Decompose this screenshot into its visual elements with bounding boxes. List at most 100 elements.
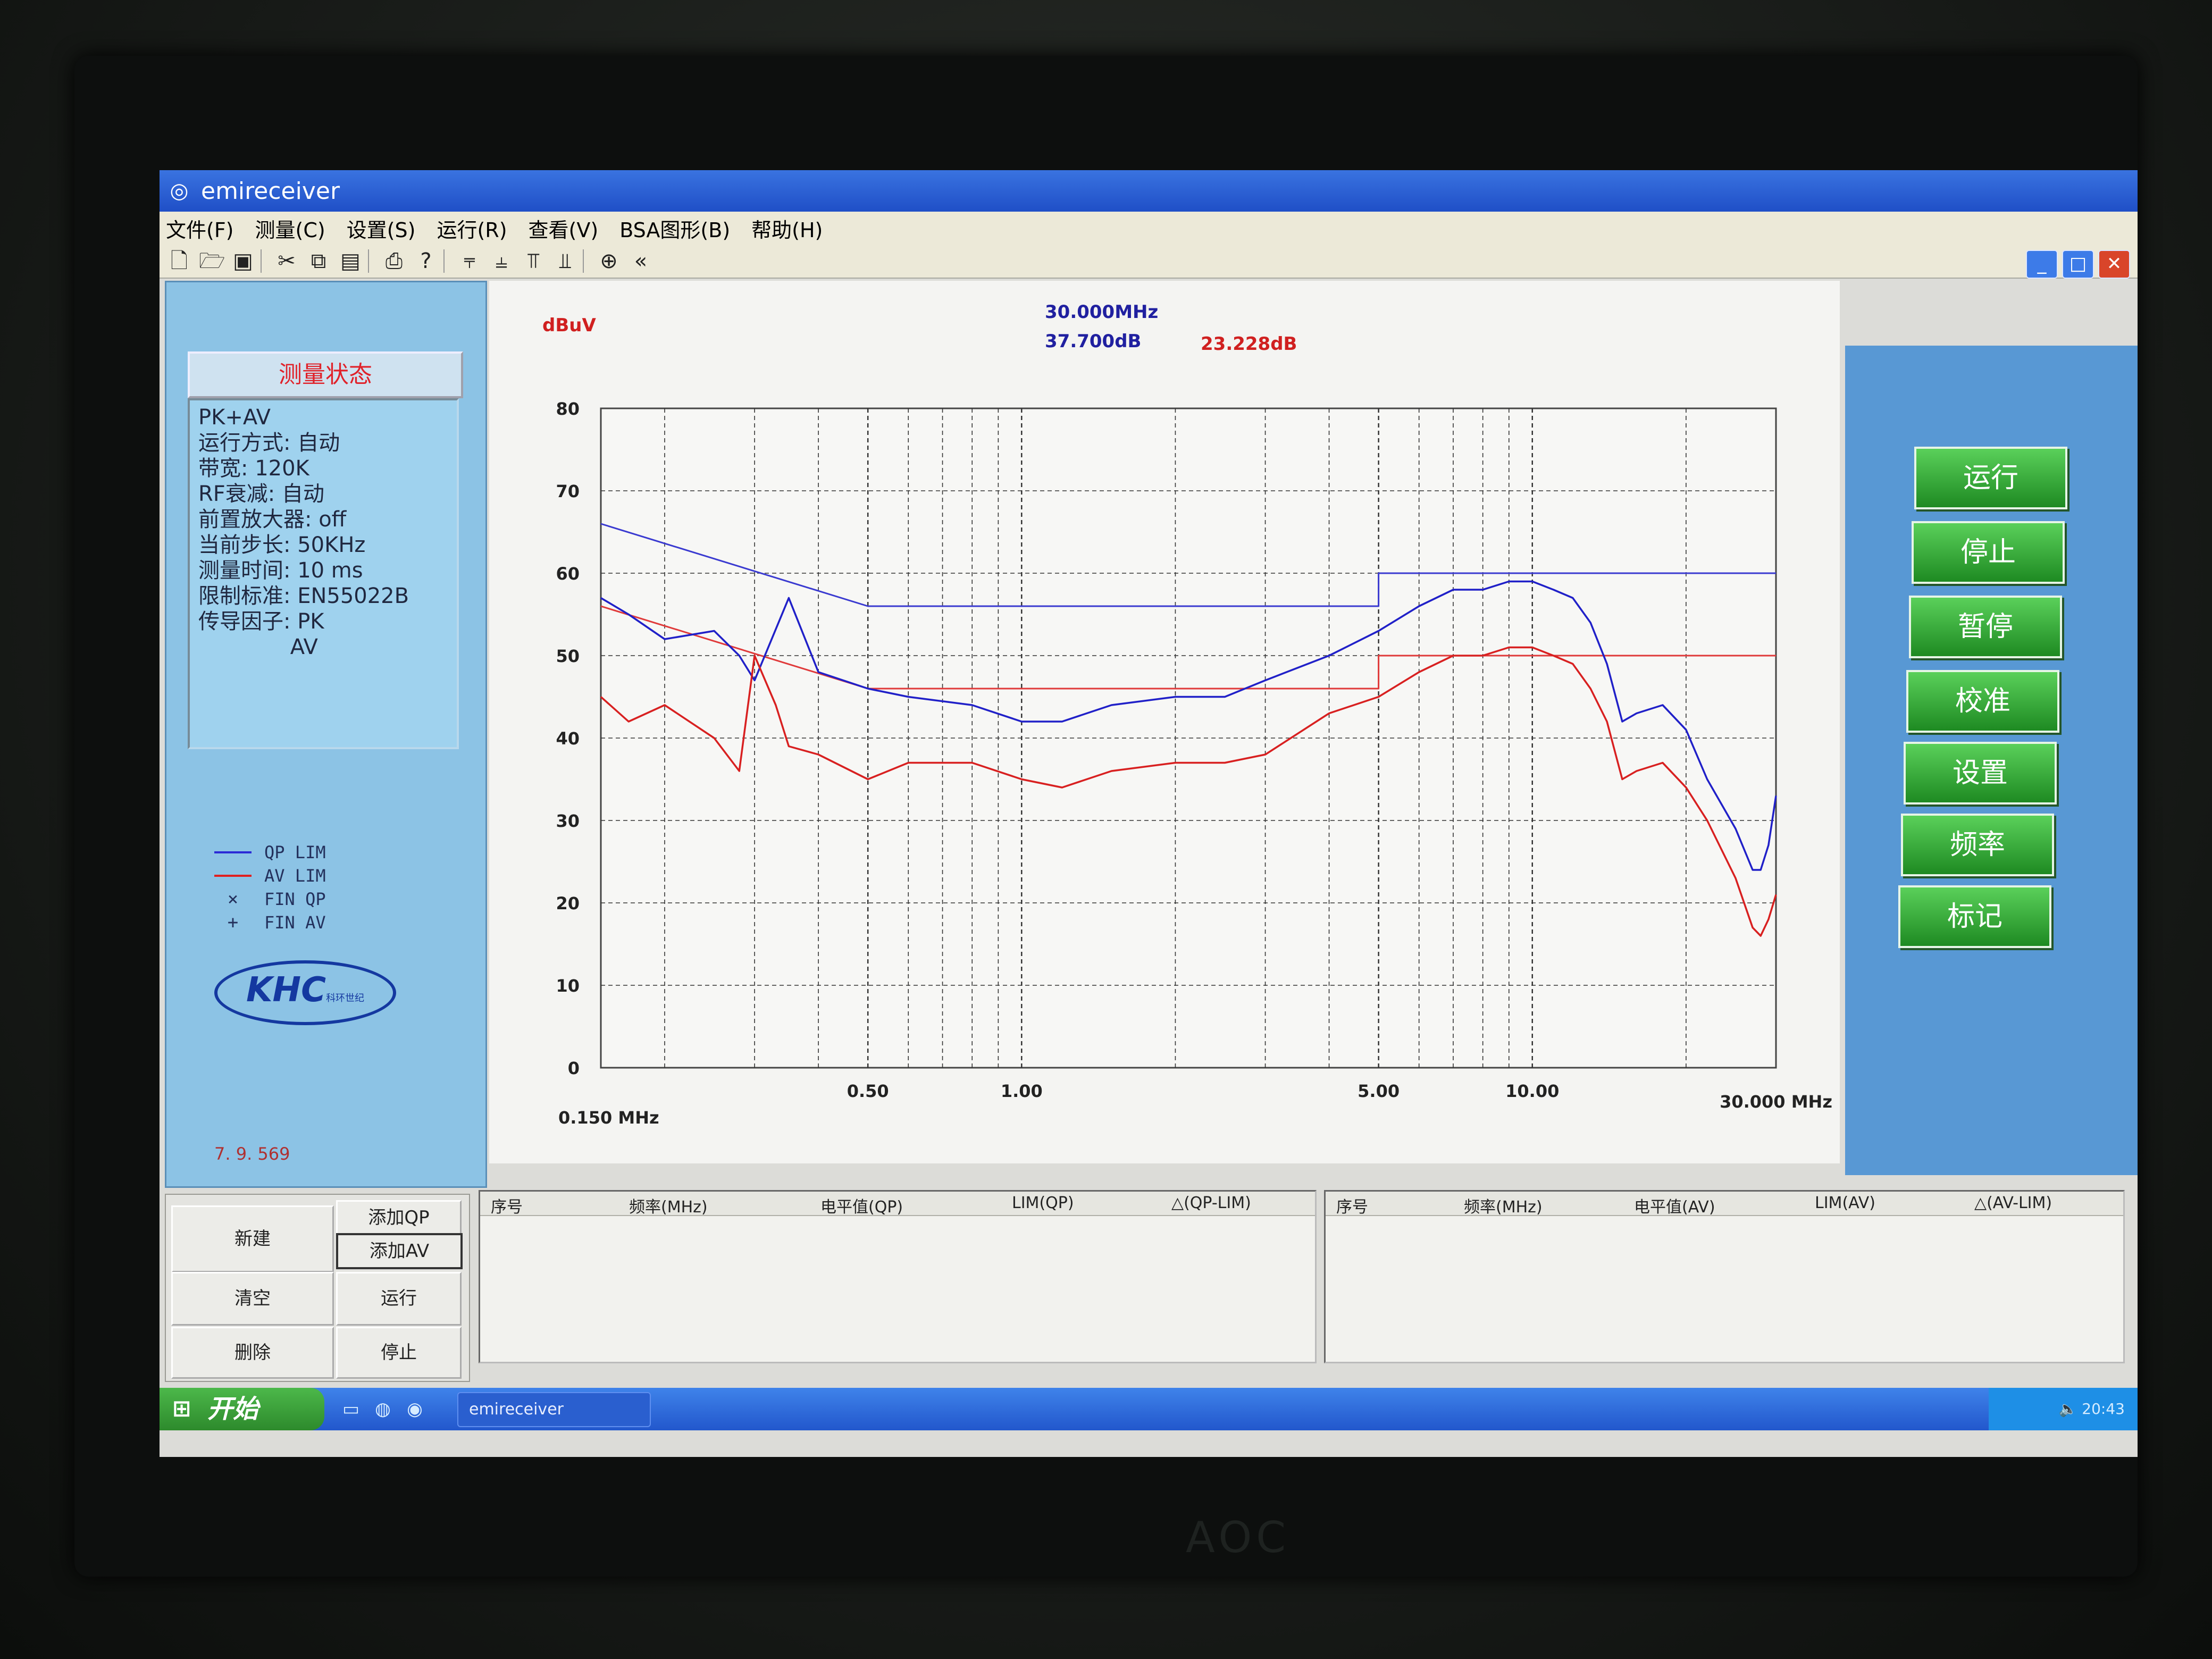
pause-button[interactable]: 暂停: [1909, 596, 2062, 658]
y-tick-label: 70: [556, 481, 580, 501]
frequency-button[interactable]: 频率: [1901, 814, 2054, 876]
av-results-table[interactable]: 序号 频率(MHz) 电平值(AV) LIM(AV) △(AV-LIM): [1324, 1190, 2125, 1363]
system-tray: 🔈 20:43: [1989, 1388, 2138, 1430]
stop-button[interactable]: 停止: [1912, 521, 2065, 584]
logo-text: KHC: [246, 970, 326, 1010]
menu-file[interactable]: 文件(F): [166, 214, 234, 243]
chart-panel: 0 10 20 30 40 50 60 70 80 0.150 MHz 0.50 1.00 5.00 1…: [489, 281, 1840, 1163]
column-header: 频率(MHz): [629, 1198, 708, 1217]
save-icon[interactable]: ▣: [231, 249, 255, 273]
y-tick-labels: 0 10 20 30 40 50 60 70 80: [556, 399, 580, 1078]
window-controls: _ □ ✕: [2026, 250, 2130, 279]
list-run-button[interactable]: 运行: [336, 1272, 462, 1326]
legend-label: AV LIM: [264, 866, 326, 886]
toolbar-separator: [443, 249, 445, 273]
y-tick-label: 10: [556, 976, 580, 996]
toolbar-separator: [368, 249, 369, 273]
status-line: 测量时间: 10 ms: [198, 558, 363, 583]
y-tick-label: 50: [556, 646, 580, 666]
column-header: 序号: [491, 1198, 523, 1217]
browser-icon[interactable]: ◍: [372, 1398, 393, 1420]
column-header: 频率(MHz): [1464, 1198, 1543, 1217]
y-tick-label: 60: [556, 564, 580, 584]
settings-button[interactable]: 设置: [1904, 742, 2057, 805]
x-tick-label: 30.000 MHz: [1720, 1092, 1832, 1112]
cut-icon[interactable]: ✂: [274, 249, 299, 273]
table-header: 序号 频率(MHz) 电平值(AV) LIM(AV) △(AV-LIM): [1326, 1192, 2123, 1217]
legend-item-av-lim: AV LIM: [214, 864, 326, 887]
status-line: PK+AV: [198, 405, 271, 430]
list-stop-button[interactable]: 停止: [336, 1327, 462, 1379]
desktop-icon[interactable]: ▭: [340, 1398, 362, 1420]
menu-help[interactable]: 帮助(H): [751, 214, 823, 243]
status-box: PK+AV 运行方式: 自动 带宽: 120K RF衰减: 自动 前置放大器: …: [188, 398, 459, 749]
version-label: 7. 9. 569: [214, 1144, 290, 1164]
menu-bar: 文件(F) 测量(C) 设置(S) 运行(R) 查看(V) BSA图形(B) 帮…: [160, 212, 2138, 245]
legend-line-swatch: [214, 875, 252, 877]
back-icon[interactable]: «: [629, 249, 653, 273]
menu-bsa-graph[interactable]: BSA图形(B): [619, 214, 730, 243]
marker-button[interactable]: 标记: [1898, 885, 2051, 948]
marker-level-qp: 37.700dB: [1045, 331, 1141, 352]
monitor-brand: AOC: [1186, 1513, 1291, 1562]
x-tick-labels: 0.150 MHz 0.50 1.00 5.00 10.00 30.000 MHz: [558, 1081, 1832, 1128]
y-tick-label: 30: [556, 811, 580, 831]
new-icon[interactable]: 🗋: [167, 249, 191, 273]
align-baseline-icon[interactable]: ⫫: [553, 249, 577, 273]
control-panel: 运行 停止 暂停 校准 设置 频率 标记: [1845, 346, 2138, 1175]
menu-run[interactable]: 运行(R): [437, 214, 507, 243]
new-button[interactable]: 新建: [171, 1205, 334, 1272]
status-panel: 测量状态 PK+AV 运行方式: 自动 带宽: 120K RF衰减: 自动 前置…: [165, 281, 487, 1188]
align-bottom-icon[interactable]: ⫪: [521, 249, 546, 273]
marker-frequency: 30.000MHz: [1045, 301, 1158, 323]
calibrate-button[interactable]: 校准: [1906, 670, 2059, 733]
toolbar-separator: [261, 249, 262, 273]
help-icon[interactable]: ?: [414, 249, 438, 273]
open-icon[interactable]: 🗁: [199, 249, 225, 273]
align-top-icon[interactable]: ⫧: [457, 249, 482, 273]
media-icon[interactable]: ◉: [404, 1398, 425, 1420]
menu-view[interactable]: 查看(V): [529, 214, 599, 243]
align-middle-icon[interactable]: ⫨: [489, 249, 514, 273]
delete-button[interactable]: 删除: [171, 1327, 334, 1379]
paste-icon[interactable]: ▤: [338, 249, 363, 273]
clear-button[interactable]: 清空: [171, 1272, 334, 1326]
column-header: 电平值(QP): [820, 1198, 903, 1217]
qp-results-table[interactable]: 序号 频率(MHz) 电平值(QP) LIM(QP) △(QP-LIM): [479, 1190, 1317, 1363]
minimize-icon[interactable]: _: [2026, 250, 2058, 279]
plus-marker-icon: +: [227, 912, 239, 933]
window-title: emireceiver: [201, 177, 340, 205]
status-line: 当前步长: 50KHz: [198, 533, 366, 557]
run-button[interactable]: 运行: [1914, 447, 2067, 509]
legend-item-fin-av: + FIN AV: [214, 911, 326, 934]
start-label: 开始: [207, 1394, 259, 1424]
add-av-button[interactable]: 添加AV: [336, 1233, 463, 1269]
speaker-icon[interactable]: 🔈: [2059, 1400, 2082, 1418]
column-header: △(AV-LIM): [1974, 1194, 2052, 1212]
logo-subtitle: 科环世纪: [326, 993, 365, 1004]
status-header: 测量状态: [188, 351, 463, 398]
start-button[interactable]: ⊞ 开始: [160, 1388, 324, 1430]
y-tick-label: 40: [556, 728, 580, 749]
y-tick-label: 0: [568, 1058, 580, 1078]
print-icon[interactable]: ⎙: [382, 249, 406, 273]
menu-settings[interactable]: 设置(S): [347, 214, 416, 243]
maximize-icon[interactable]: □: [2062, 250, 2094, 279]
column-header: 序号: [1336, 1198, 1368, 1217]
zoom-icon[interactable]: ⊕: [597, 249, 621, 273]
column-header: LIM(AV): [1815, 1194, 1875, 1212]
status-line: 限制标准: EN55022B: [198, 584, 409, 608]
copy-icon[interactable]: ⧉: [306, 249, 331, 273]
company-logo: KHC科环世纪: [214, 960, 396, 1025]
legend-line-swatch: [214, 851, 252, 853]
windows-flag-icon: ⊞: [172, 1395, 191, 1421]
title-bar[interactable]: ◎ emireceiver: [160, 170, 2138, 212]
cross-marker-icon: ×: [227, 889, 239, 910]
app-icon: ◎: [170, 179, 189, 203]
y-axis-label: dBuV: [542, 315, 596, 336]
taskbar-item-emireceiver[interactable]: emireceiver: [457, 1392, 651, 1427]
close-icon[interactable]: ✕: [2098, 250, 2130, 279]
add-qp-button[interactable]: 添加QP: [336, 1200, 462, 1235]
menu-measure[interactable]: 测量(C): [255, 214, 325, 243]
spectrum-chart[interactable]: 0 10 20 30 40 50 60 70 80 0.150 MHz 0.50 1.00 5.00 1…: [489, 281, 1840, 1163]
